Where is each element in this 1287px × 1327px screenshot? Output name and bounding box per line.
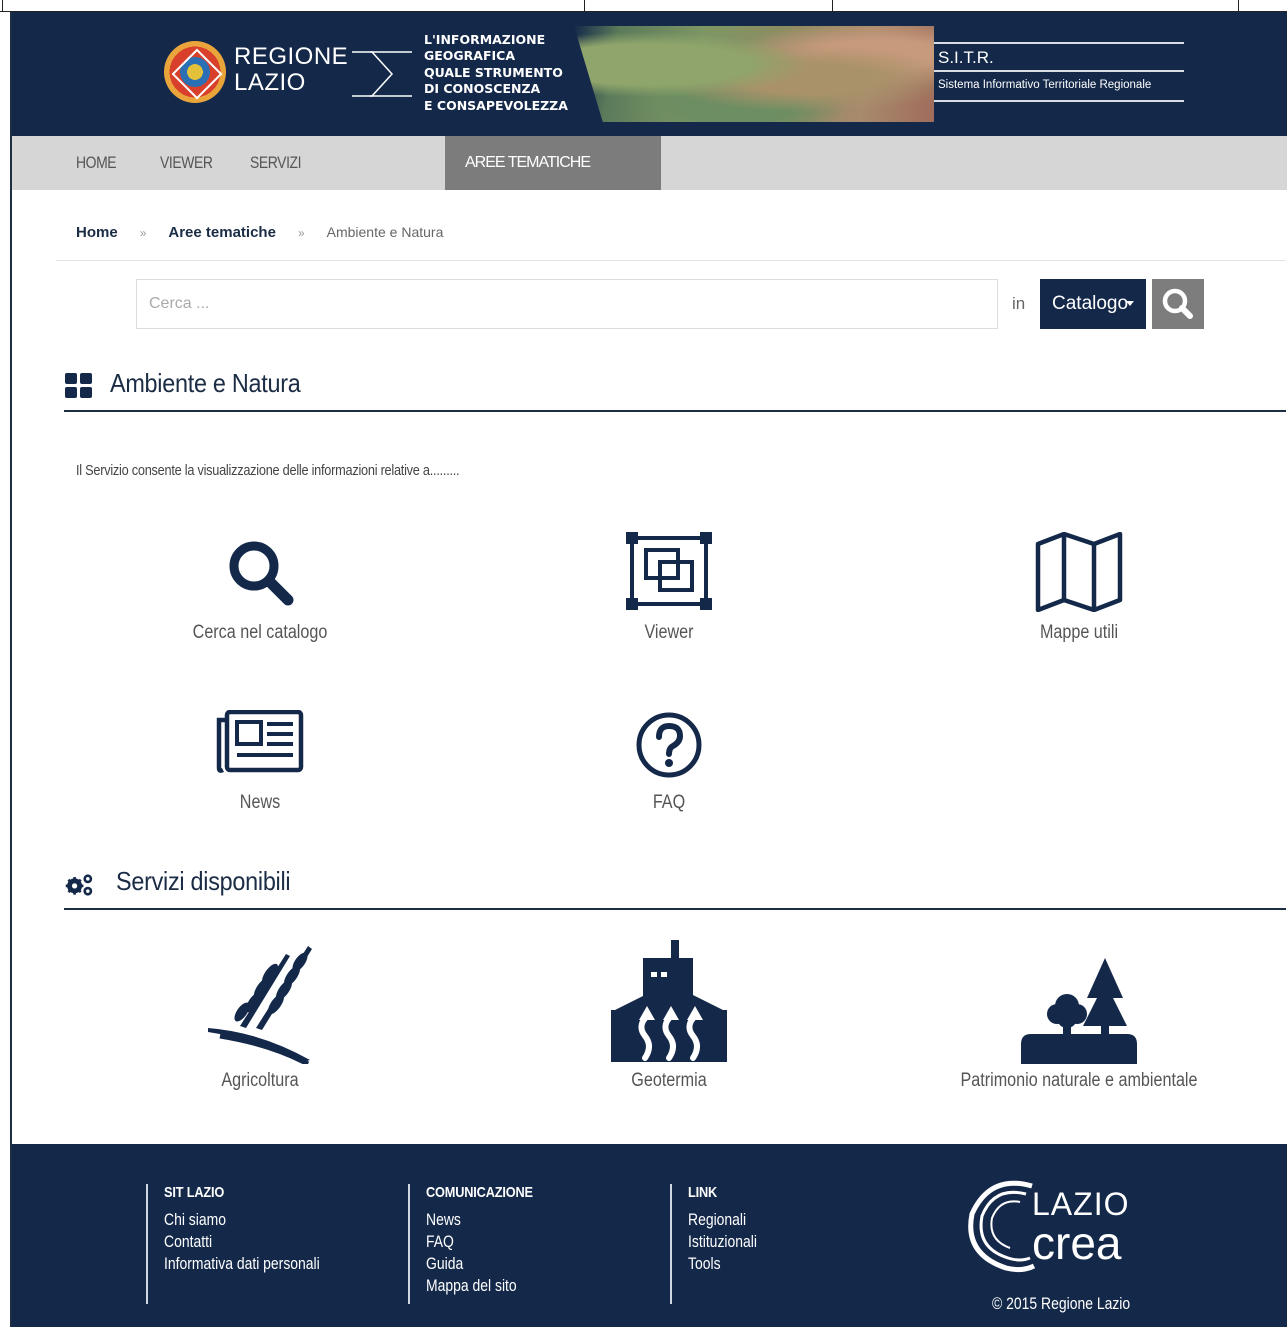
cogs-icon (65, 874, 93, 896)
document-table-fragment (0, 0, 1287, 12)
regione-lazio-emblem-icon[interactable] (164, 41, 226, 103)
footer-link-tools[interactable]: Tools (688, 1253, 757, 1275)
footer-copyright: © 2015 Regione Lazio (992, 1294, 1131, 1313)
divider (934, 100, 1184, 102)
section-header-services: Servizi disponibili (64, 860, 1286, 910)
section-header-area: Ambiente e Natura (64, 362, 1286, 412)
th-large-icon (65, 373, 92, 398)
logo-line-1: REGIONE (234, 43, 349, 70)
logo-chevron-icon (352, 51, 412, 97)
breadcrumb-current: Ambiente e Natura (326, 224, 444, 240)
satellite-image (574, 26, 934, 122)
breadcrumb-aree-tematiche[interactable]: Aree tematiche (168, 224, 276, 241)
search-icon (1162, 288, 1193, 319)
footer-link-istituzionali[interactable]: Istituzionali (688, 1231, 757, 1253)
tile-viewer[interactable]: Viewer (519, 532, 819, 644)
search-in-label: in (1012, 294, 1026, 313)
footer-link-chi-siamo[interactable]: Chi siamo (164, 1209, 320, 1231)
nav-item-aree-tematiche[interactable]: AREE TEMATICHE (445, 136, 661, 190)
logo-line-2: LAZIO (234, 69, 306, 96)
header-banner: REGIONE LAZIO L'INFORMAZIONE GEOGRAFICA … (12, 12, 1287, 136)
tile-mappe-utili[interactable]: Mappe utili (929, 532, 1229, 644)
footer-heading: SIT LAZIO (164, 1184, 225, 1201)
footer: SIT LAZIO Chi siamo Contatti Informativa… (12, 1144, 1287, 1327)
search-input[interactable] (136, 279, 998, 329)
regione-lazio-logo-text[interactable]: REGIONE LAZIO (234, 44, 348, 96)
trees-icon (1021, 958, 1137, 1064)
search-scope-dropdown[interactable]: Catalogo (1040, 279, 1146, 329)
tagline-line: QUALE STRUMENTO (424, 64, 563, 80)
tagline-line: E CONSAPEVOLEZZA (424, 97, 568, 113)
table-divider (1238, 0, 1239, 12)
map-icon (1035, 532, 1123, 612)
area-intro-text: Il Servizio consente la visualizzazione … (76, 462, 460, 479)
header-tagline: L'INFORMAZIONE GEOGRAFICA QUALE STRUMENT… (424, 32, 568, 114)
footer-link-news[interactable]: News (426, 1209, 529, 1231)
tile-label: Agricoltura (221, 1070, 299, 1091)
tile-faq[interactable]: FAQ (519, 710, 819, 814)
tagline-line: GEOGRAFICA (424, 48, 516, 64)
geothermal-icon (611, 940, 727, 1062)
breadcrumb-separator: » (139, 226, 147, 240)
tagline-line: L'INFORMAZIONE (424, 32, 546, 47)
nav-item-home[interactable]: HOME (76, 136, 117, 190)
footer-heading: COMUNICAZIONE (426, 1184, 533, 1201)
breadcrumb: Home » Aree tematiche » Ambiente e Natura (76, 224, 443, 241)
tile-label: FAQ (652, 792, 686, 813)
table-divider (832, 0, 833, 12)
footer-link-contatti[interactable]: Contatti (164, 1231, 320, 1253)
nav-item-viewer[interactable]: VIEWER (160, 136, 213, 190)
viewer-icon (626, 532, 712, 610)
sitr-block: S.I.T.R. Sistema Informativo Territorial… (934, 42, 1184, 102)
tile-geotermia[interactable]: Geotermia (519, 940, 819, 1092)
tagline-line: DI CONOSCENZA (424, 81, 541, 97)
divider (934, 42, 1184, 44)
footer-link-faq[interactable]: FAQ (426, 1231, 529, 1253)
footer-column-sit-lazio: SIT LAZIO Chi siamo Contatti Informativa… (146, 1184, 354, 1304)
main-nav: HOME VIEWER SERVIZI AREE TEMATICHE (12, 136, 1287, 190)
footer-column-comunicazione: COMUNICAZIONE News FAQ Guida Mappa del s… (408, 1184, 552, 1304)
footer-column-link: LINK Regionali Istituzionali Tools (670, 1184, 772, 1304)
sitr-subtitle: Sistema Informativo Territoriale Regiona… (938, 79, 1152, 91)
tile-label: Viewer (644, 622, 694, 643)
tile-patrimonio[interactable]: Patrimonio naturale e ambientale (929, 940, 1229, 1092)
tile-label: News (239, 792, 281, 813)
footer-heading: LINK (688, 1184, 718, 1201)
sitr-title: S.I.T.R. (938, 48, 994, 67)
footer-logo-crea: crea (1032, 1217, 1122, 1269)
question-circle-icon (636, 712, 702, 778)
table-divider (2, 0, 3, 12)
tile-news[interactable]: News (110, 710, 410, 814)
footer-link-mappa-sito[interactable]: Mappa del sito (426, 1275, 529, 1297)
breadcrumb-divider (56, 260, 1286, 261)
footer-link-guida[interactable]: Guida (426, 1253, 529, 1275)
divider (934, 70, 1184, 72)
nav-item-servizi[interactable]: SERVIZI (250, 136, 302, 190)
breadcrumb-home[interactable]: Home (76, 224, 118, 241)
table-divider (584, 0, 585, 12)
section-title-area: Ambiente e Natura (110, 368, 301, 398)
tile-agricoltura[interactable]: Agricoltura (110, 940, 410, 1092)
tile-label: Cerca nel catalogo (192, 622, 328, 643)
tile-cerca-catalogo[interactable]: Cerca nel catalogo (110, 532, 410, 644)
search-icon (229, 541, 294, 606)
footer-link-informativa[interactable]: Informativa dati personali (164, 1253, 320, 1275)
newspaper-icon (216, 710, 304, 773)
search-button[interactable] (1152, 279, 1204, 329)
wheat-icon (208, 946, 312, 1064)
tile-label: Mappe utili (1039, 622, 1119, 643)
section-title-services: Servizi disponibili (116, 866, 291, 896)
footer-link-regionali[interactable]: Regionali (688, 1209, 757, 1231)
search-scope-label: Catalogo (1052, 293, 1129, 314)
tile-label: Geotermia (631, 1070, 707, 1091)
breadcrumb-separator: » (297, 226, 305, 240)
tile-label: Patrimonio naturale e ambientale (960, 1070, 1198, 1091)
caret-down-icon (1126, 301, 1134, 306)
page-frame: REGIONE LAZIO L'INFORMAZIONE GEOGRAFICA … (10, 12, 1287, 1327)
